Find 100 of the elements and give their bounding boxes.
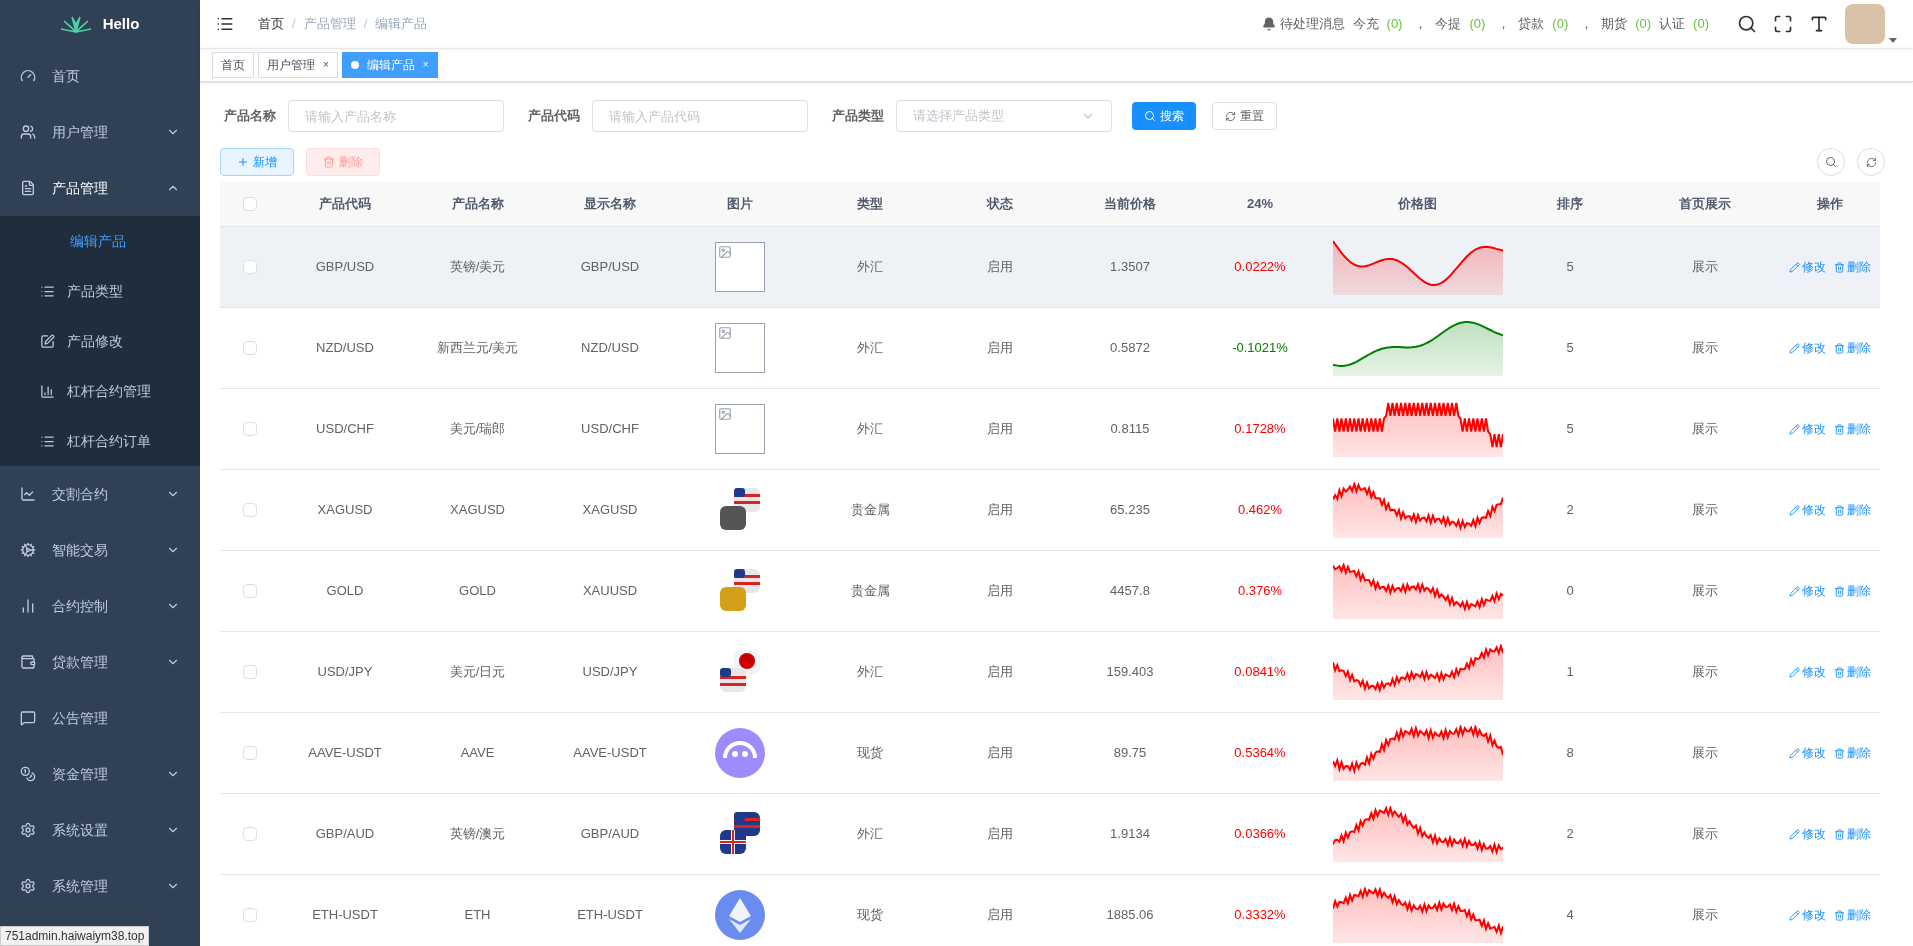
table-cell-text: 外汇 <box>857 825 883 844</box>
sidebar-item[interactable]: 首页 <box>0 48 200 104</box>
row-checkbox[interactable] <box>243 827 257 841</box>
sidebar-item[interactable]: 交割合约 <box>0 466 200 522</box>
notice-label: 认证 <box>1659 15 1686 34</box>
edit-link[interactable]: 修改 <box>1789 906 1826 924</box>
page-tab[interactable]: 编辑产品 × <box>341 51 438 78</box>
sidebar-item[interactable]: 系统管理 <box>0 858 200 914</box>
delete-link[interactable]: 删除 <box>1834 258 1871 276</box>
refresh-icon <box>1865 156 1877 168</box>
change-cell-text: 0.376% <box>1237 582 1283 601</box>
trash-icon <box>323 156 335 168</box>
submenu-item[interactable]: 编辑产品 <box>0 216 200 266</box>
delete-link[interactable]: 删除 <box>1834 825 1871 843</box>
filter-input[interactable]: 请输入产品名称 <box>288 100 504 132</box>
submenu-item[interactable]: 杠杆合约订单 <box>0 416 200 466</box>
sidebar-item[interactable]: 贷款管理 <box>0 634 200 690</box>
edit-link[interactable]: 修改 <box>1789 663 1826 681</box>
change-cell-text: 0.0222% <box>1234 258 1286 277</box>
delete-link[interactable]: 删除 <box>1834 420 1871 438</box>
pencil-icon <box>1789 585 1800 597</box>
reset-button[interactable]: 重置 <box>1212 102 1277 130</box>
add-button[interactable]: 新增 <box>220 148 294 176</box>
notice-count[interactable]: (0) <box>1469 14 1486 34</box>
pencil-icon <box>1789 909 1800 921</box>
breadcrumb-item[interactable]: 首页 <box>258 14 284 34</box>
menu-icon <box>20 598 36 614</box>
caret-down-icon[interactable] <box>1889 38 1897 44</box>
page-tab[interactable]: 用户管理 × <box>258 51 338 78</box>
sidebar-item[interactable]: 产品管理 <box>0 160 200 216</box>
search-icon[interactable] <box>1737 14 1757 34</box>
row-checkbox[interactable] <box>243 341 257 355</box>
notice-count[interactable]: (0) <box>1635 14 1652 34</box>
tab-close[interactable]: × <box>323 57 329 72</box>
font-size-icon[interactable] <box>1809 14 1829 34</box>
row-checkbox[interactable] <box>243 422 257 436</box>
menu-toggle-icon[interactable] <box>216 15 234 33</box>
filter-input[interactable]: 请输入产品代码 <box>592 100 808 132</box>
menu-icon <box>20 124 36 140</box>
trash-icon <box>1834 504 1845 516</box>
notice-count[interactable]: (0) <box>1693 14 1709 34</box>
trash-icon <box>1834 261 1845 273</box>
table-cell-text: 展示 <box>1692 825 1718 844</box>
table-cell-text: 启用 <box>987 825 1013 844</box>
submenu-item[interactable]: 产品修改 <box>0 316 200 366</box>
delete-link[interactable]: 删除 <box>1834 906 1871 924</box>
row-checkbox[interactable] <box>243 260 257 274</box>
table-cell-text: 0 <box>1566 582 1574 601</box>
sidebar-item[interactable]: 资金管理 <box>0 746 200 802</box>
notice-count[interactable]: (0) <box>1386 14 1403 34</box>
pencil-icon <box>1789 747 1800 759</box>
column-header: 当前价格 <box>1104 195 1156 214</box>
table-cell-text: 4457.8 <box>1110 582 1150 601</box>
table-cell-text: ETH-USDT <box>577 906 643 925</box>
edit-link[interactable]: 修改 <box>1789 582 1826 600</box>
fullscreen-icon[interactable] <box>1773 14 1793 34</box>
table-cell-text: XAGUSD <box>317 501 373 520</box>
search-button[interactable]: 搜索 <box>1132 102 1196 130</box>
submenu-item[interactable]: 杠杆合约管理 <box>0 366 200 416</box>
row-checkbox[interactable] <box>243 665 257 679</box>
sidebar-item[interactable]: 合约控制 <box>0 578 200 634</box>
delete-link[interactable]: 删除 <box>1834 663 1871 681</box>
row-checkbox[interactable] <box>243 746 257 760</box>
sidebar-item[interactable]: 智能交易 <box>0 522 200 578</box>
table-cell-text: 外汇 <box>857 339 883 358</box>
tab-close[interactable]: × <box>422 57 429 72</box>
menu-icon <box>20 180 36 196</box>
image-icon <box>718 245 732 259</box>
row-checkbox[interactable] <box>243 503 257 517</box>
pencil-icon <box>1789 828 1800 840</box>
coin-icon <box>715 728 765 778</box>
page-tab[interactable]: 首页 <box>212 51 254 78</box>
edit-link[interactable]: 修改 <box>1789 258 1826 276</box>
menu-icon <box>20 654 36 670</box>
table-cell-text: 展示 <box>1692 744 1718 763</box>
sidebar-item[interactable]: 用户管理 <box>0 104 200 160</box>
edit-link[interactable]: 修改 <box>1789 501 1826 519</box>
edit-link[interactable]: 修改 <box>1789 744 1826 762</box>
coin-icon <box>715 890 765 940</box>
delete-link[interactable]: 删除 <box>1834 744 1871 762</box>
table-cell-text: 1.9134 <box>1110 825 1150 844</box>
filter-select[interactable]: 请选择产品类型 <box>896 100 1112 132</box>
row-checkbox[interactable] <box>243 584 257 598</box>
select-all-checkbox[interactable] <box>243 197 257 211</box>
edit-link[interactable]: 修改 <box>1789 825 1826 843</box>
pencil-icon <box>1789 342 1800 354</box>
sidebar-item[interactable]: 公告管理 <box>0 690 200 746</box>
table-cell-text: 5 <box>1566 339 1574 358</box>
delete-link[interactable]: 删除 <box>1834 501 1871 519</box>
table-cell-text: 5 <box>1566 258 1574 277</box>
delete-link[interactable]: 删除 <box>1834 339 1871 357</box>
sidebar-item[interactable]: 系统设置 <box>0 802 200 858</box>
delete-link[interactable]: 删除 <box>1834 582 1871 600</box>
notice-count[interactable]: (0) <box>1552 14 1569 34</box>
submenu-item[interactable]: 产品类型 <box>0 266 200 316</box>
filter-label: 产品名称 <box>224 107 276 126</box>
edit-link[interactable]: 修改 <box>1789 420 1826 438</box>
row-checkbox[interactable] <box>243 908 257 922</box>
edit-link[interactable]: 修改 <box>1789 339 1826 357</box>
breadcrumb-item: 编辑产品 <box>375 15 428 34</box>
